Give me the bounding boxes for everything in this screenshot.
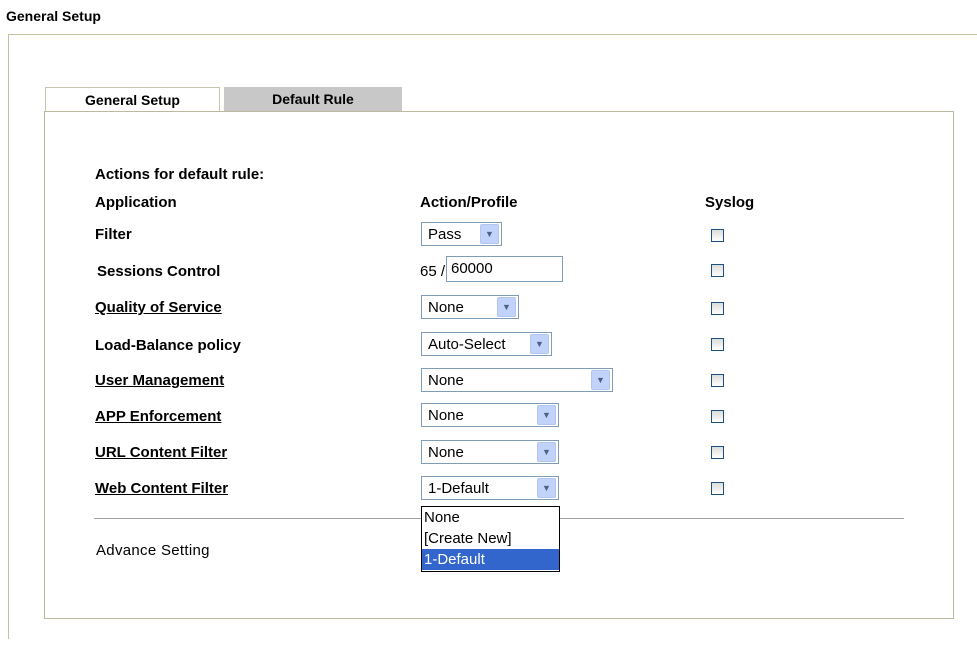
chevron-down-icon[interactable]: ▼	[497, 297, 516, 317]
filter-select[interactable]: Pass ▼	[421, 222, 502, 246]
chevron-down-icon[interactable]: ▼	[530, 334, 549, 354]
filter-label: Filter	[95, 226, 132, 243]
qos-select[interactable]: None ▼	[421, 295, 519, 319]
app-enforcement-syslog-checkbox[interactable]	[711, 410, 724, 423]
load-balance-syslog-checkbox[interactable]	[711, 338, 724, 351]
load-balance-label: Load-Balance policy	[95, 337, 241, 354]
web-content-filter-dropdown-list: None [Create New] 1-Default	[421, 506, 560, 572]
column-header-application: Application	[95, 194, 177, 211]
page-title: General Setup	[6, 8, 101, 24]
web-content-filter-select[interactable]: 1-Default ▼	[421, 476, 559, 500]
chevron-down-icon[interactable]: ▼	[537, 442, 556, 462]
user-management-select-value: None	[428, 371, 464, 389]
column-header-action-profile: Action/Profile	[420, 194, 518, 211]
url-content-filter-select[interactable]: None ▼	[421, 440, 559, 464]
qos-select-value: None	[428, 298, 464, 316]
url-content-filter-link[interactable]: URL Content Filter	[95, 444, 227, 461]
load-balance-select[interactable]: Auto-Select ▼	[421, 332, 552, 356]
filter-syslog-checkbox[interactable]	[711, 229, 724, 242]
sessions-current-count: 65 /	[420, 263, 446, 280]
section-title: Actions for default rule:	[95, 166, 265, 183]
sessions-control-label: Sessions Control	[97, 263, 221, 280]
dropdown-option-1-default[interactable]: 1-Default	[422, 549, 559, 570]
web-content-filter-link[interactable]: Web Content Filter	[95, 480, 228, 497]
user-management-link[interactable]: User Management	[95, 372, 224, 389]
chevron-down-icon[interactable]: ▼	[591, 370, 610, 390]
column-header-syslog: Syslog	[705, 194, 755, 211]
app-enforcement-select-value: None	[428, 406, 464, 424]
dropdown-option-none[interactable]: None	[422, 507, 559, 528]
dropdown-option-create-new[interactable]: [Create New]	[422, 528, 559, 549]
tab-default-rule[interactable]: Default Rule	[224, 87, 402, 111]
filter-select-value: Pass	[428, 225, 462, 243]
web-content-filter-select-value: 1-Default	[428, 479, 489, 497]
chevron-down-icon[interactable]: ▼	[537, 405, 556, 425]
load-balance-select-value: Auto-Select	[428, 335, 506, 353]
chevron-down-icon[interactable]: ▼	[480, 224, 499, 244]
qos-link[interactable]: Quality of Service	[95, 299, 222, 316]
url-content-filter-syslog-checkbox[interactable]	[711, 446, 724, 459]
qos-syslog-checkbox[interactable]	[711, 302, 724, 315]
app-enforcement-link[interactable]: APP Enforcement	[95, 408, 221, 425]
tab-general-setup[interactable]: General Setup	[45, 87, 220, 111]
app-enforcement-select[interactable]: None ▼	[421, 403, 559, 427]
web-content-filter-syslog-checkbox[interactable]	[711, 482, 724, 495]
url-content-filter-select-value: None	[428, 443, 464, 461]
sessions-syslog-checkbox[interactable]	[711, 264, 724, 277]
advance-setting-label: Advance Setting	[96, 542, 210, 559]
sessions-separator: /	[440, 263, 446, 280]
user-management-select[interactable]: None ▼	[421, 368, 613, 392]
user-management-syslog-checkbox[interactable]	[711, 374, 724, 387]
chevron-down-icon[interactable]: ▼	[537, 478, 556, 498]
sessions-limit-input[interactable]: 60000	[446, 256, 563, 282]
